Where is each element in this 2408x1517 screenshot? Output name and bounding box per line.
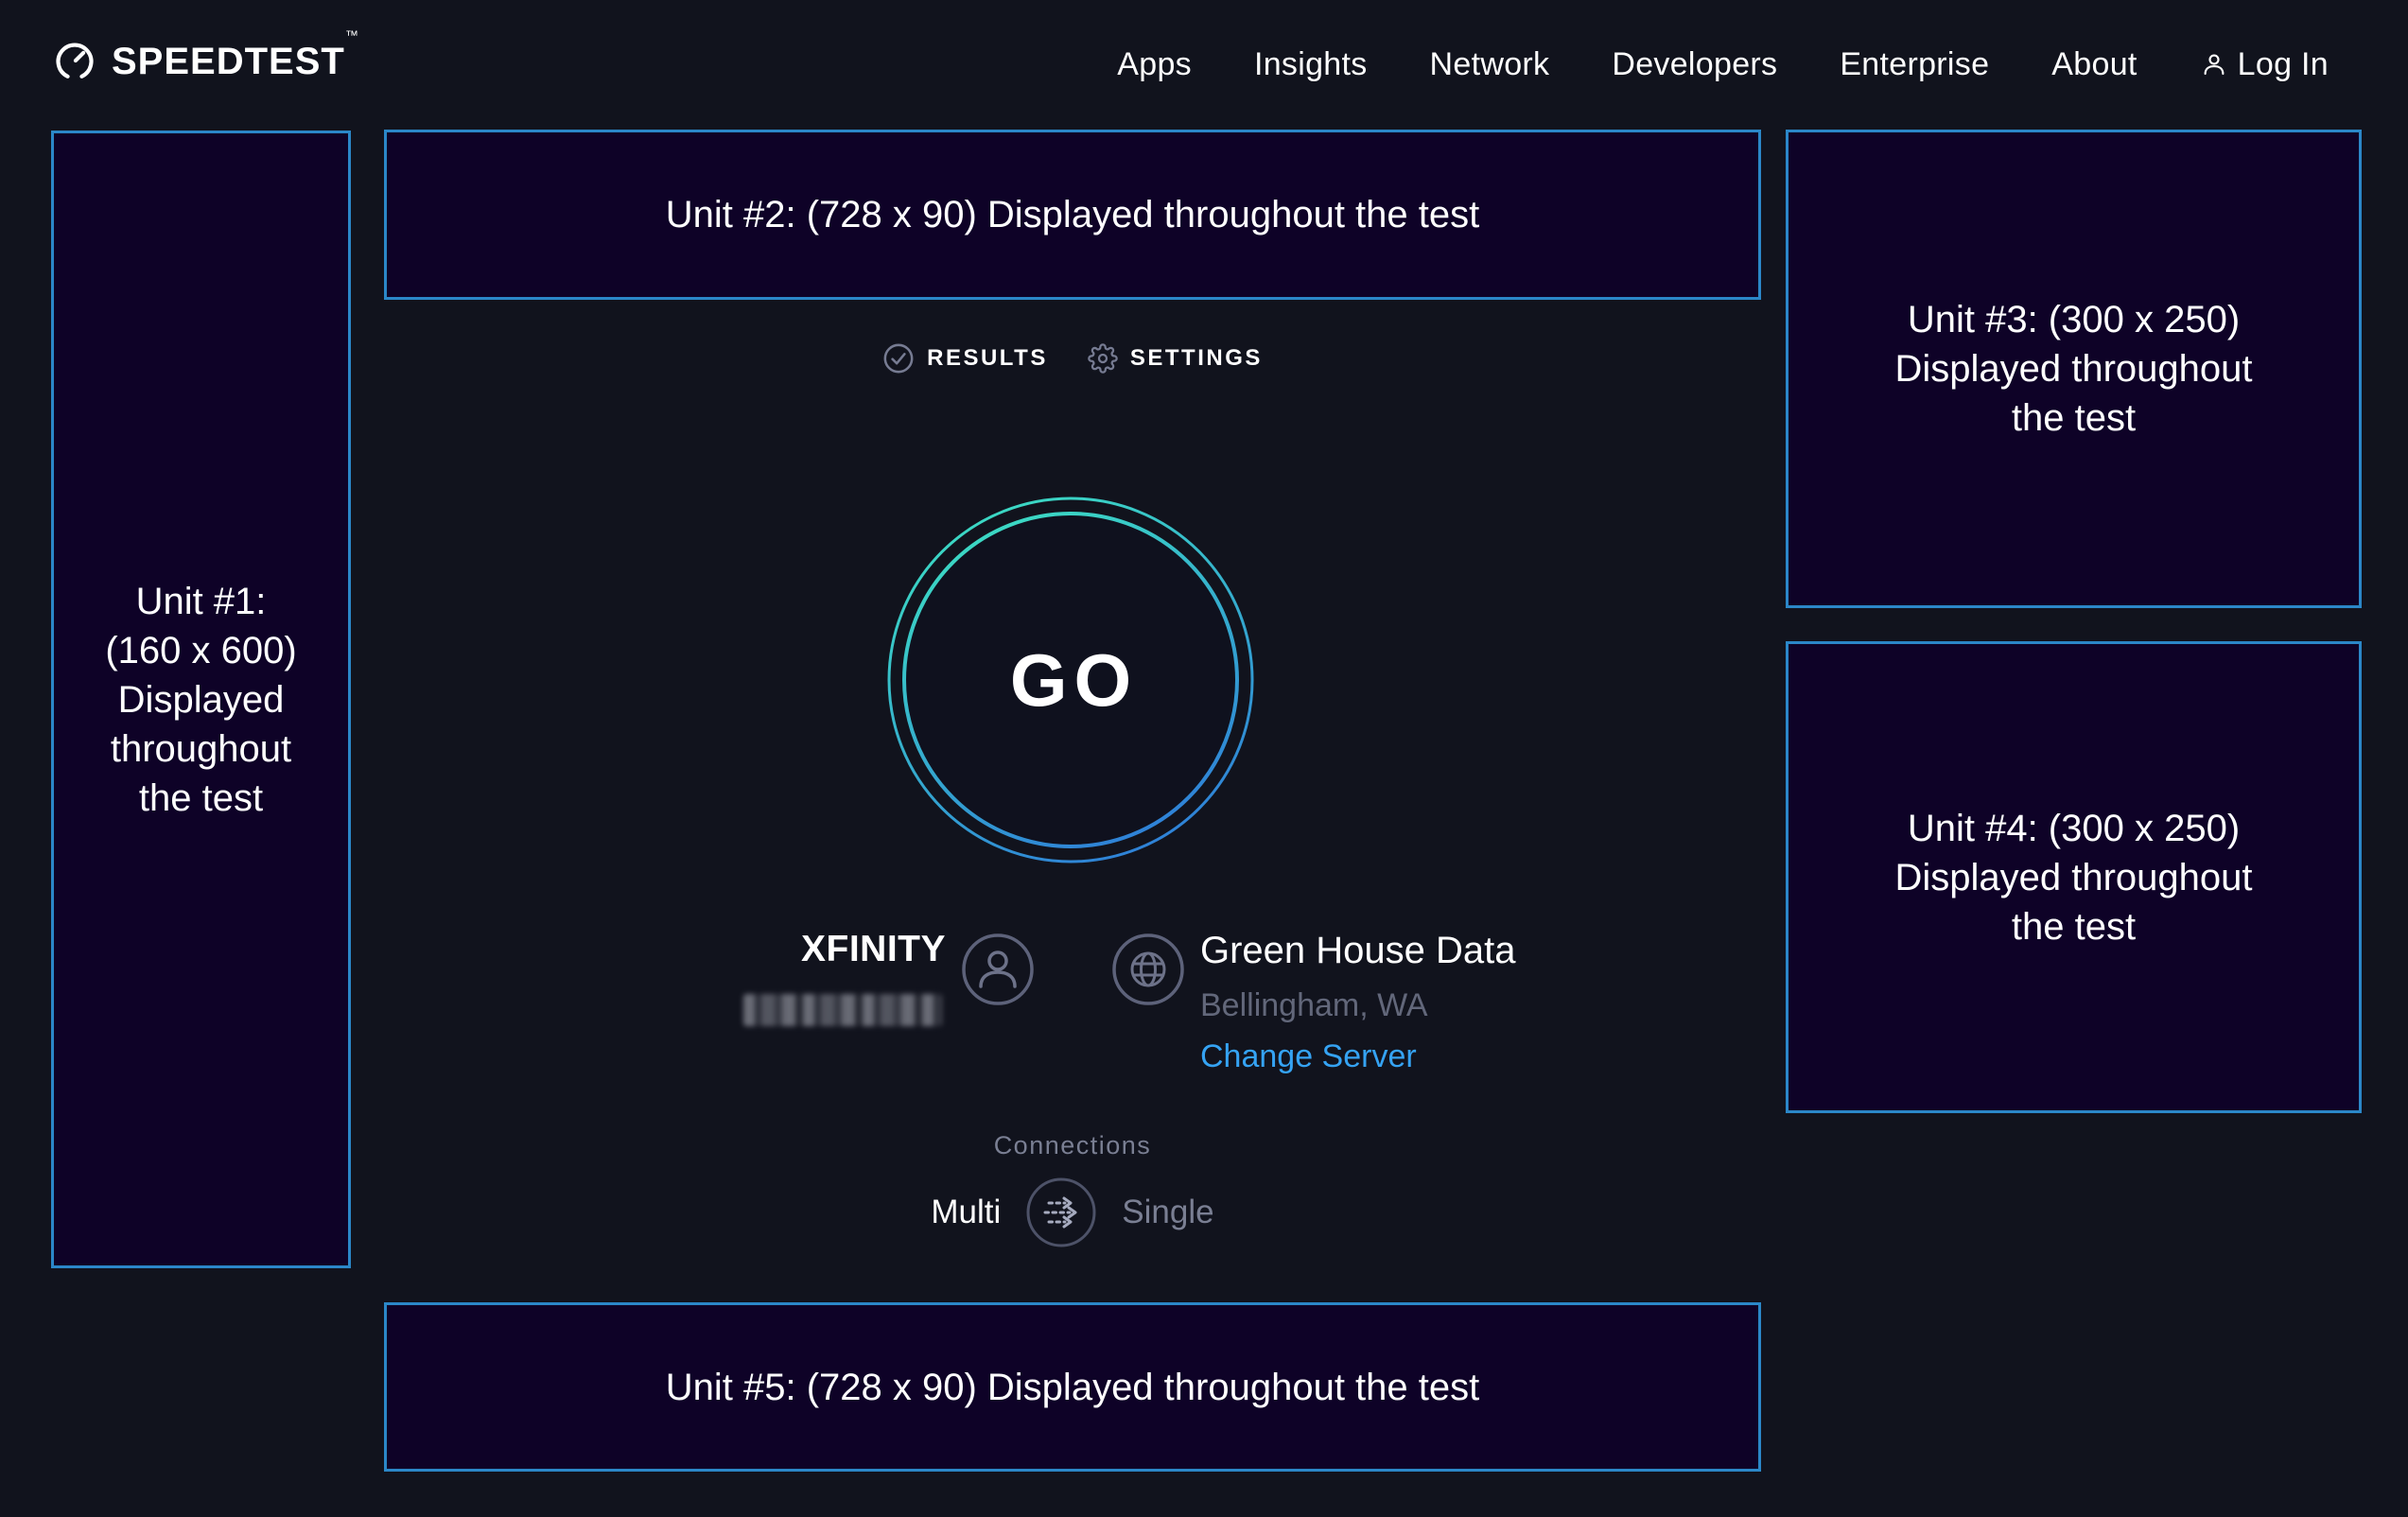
logo-text: SPEEDTEST™ [112,41,358,83]
gear-icon [1088,343,1118,374]
server-location: Bellingham, WA [1200,986,1516,1024]
change-server-link[interactable]: Change Server [1200,1037,1516,1075]
ad-unit-1-text: Unit #1: (160 x 600) Displayed throughou… [99,577,304,823]
check-circle-icon [882,342,915,375]
tab-settings-label: SETTINGS [1130,345,1263,372]
go-button[interactable]: GO [886,496,1255,864]
ad-unit-5-text: Unit #5: (728 x 90) Displayed throughout… [666,1363,1480,1412]
nav-item-apps[interactable]: Apps [1117,46,1192,83]
tab-results[interactable]: RESULTS [882,342,1048,375]
nav-item-developers[interactable]: Developers [1612,46,1777,83]
speedtest-page: SPEEDTEST™ Apps Insights Network Develop… [0,0,2408,1517]
connections-toggle-icon[interactable] [1025,1177,1097,1248]
nav-item-about[interactable]: About [2051,46,2137,83]
nav-item-enterprise[interactable]: Enterprise [1840,46,1989,83]
ad-unit-5: Unit #5: (728 x 90) Displayed throughout… [384,1302,1761,1472]
isp-user-icon [961,933,1035,1006]
login-button[interactable]: Log In [2200,46,2329,83]
isp-detail-redacted [743,994,942,1026]
ad-unit-2-text: Unit #2: (728 x 90) Displayed throughout… [666,190,1480,239]
ad-unit-4: Unit #4: (300 x 250) Displayed throughou… [1786,641,2362,1113]
ad-unit-3-text: Unit #3: (300 x 250) Displayed throughou… [1884,295,2264,443]
nav-item-insights[interactable]: Insights [1254,46,1368,83]
connections-label: Connections [384,1131,1761,1160]
ad-unit-1: Unit #1: (160 x 600) Displayed throughou… [51,131,351,1268]
ad-unit-4-text: Unit #4: (300 x 250) Displayed throughou… [1884,804,2264,951]
tab-settings[interactable]: SETTINGS [1088,343,1263,374]
user-icon [2200,50,2228,78]
server-globe-icon [1111,933,1185,1006]
tabs-bar: RESULTS SETTINGS [384,342,1761,375]
speedometer-icon [53,40,96,83]
connections-toggle: Multi Single [384,1177,1761,1248]
tab-results-label: RESULTS [927,345,1048,372]
login-label: Log In [2238,46,2329,83]
connections-option-multi[interactable]: Multi [931,1194,1001,1231]
server-info: Green House Data Bellingham, WA Change S… [1200,928,1516,1075]
ad-unit-3: Unit #3: (300 x 250) Displayed throughou… [1786,130,2362,608]
nav-item-network[interactable]: Network [1430,46,1550,83]
isp-name: XFINITY [567,929,946,970]
ad-unit-2: Unit #2: (728 x 90) Displayed throughout… [384,130,1761,300]
speedtest-logo[interactable]: SPEEDTEST™ [53,40,358,83]
trademark-symbol: ™ [345,27,358,43]
go-button-label: GO [886,496,1255,864]
server-name: Green House Data [1200,928,1516,973]
main-nav: Apps Insights Network Developers Enterpr… [1117,0,2329,129]
connections-option-single[interactable]: Single [1122,1194,1213,1231]
